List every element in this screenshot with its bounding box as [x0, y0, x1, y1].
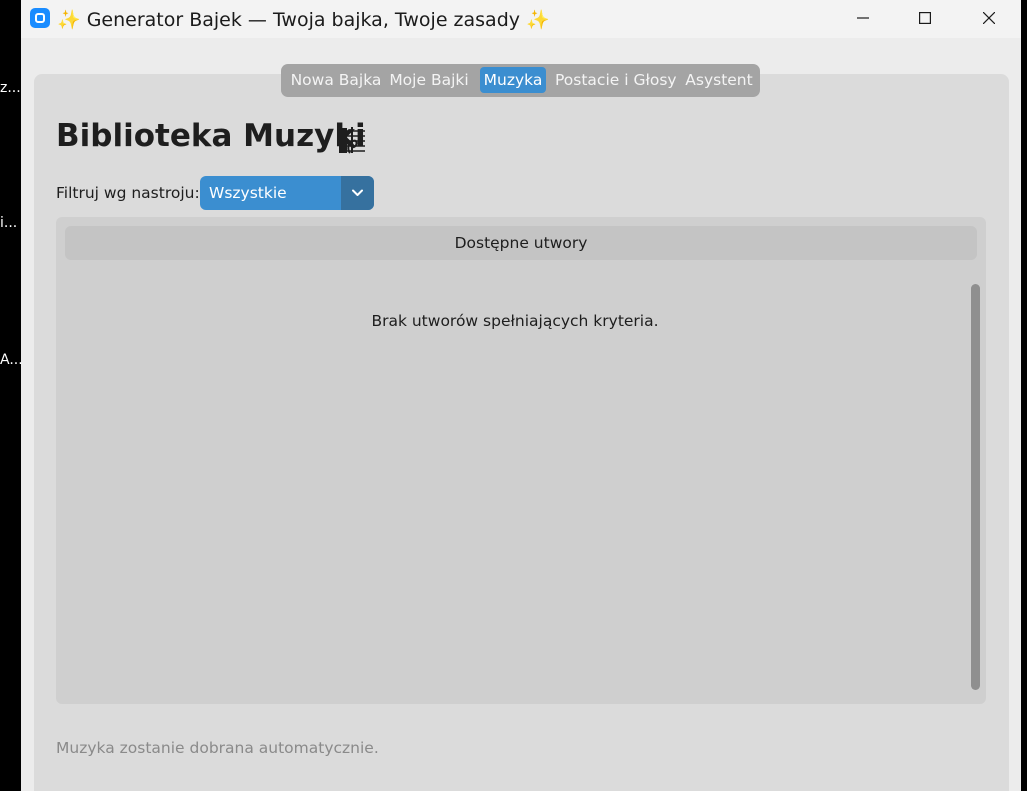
minimize-button[interactable] — [831, 0, 895, 36]
app-icon — [30, 8, 50, 28]
background-text-fragment: A... — [0, 352, 23, 368]
title-bar[interactable]: ✨ Generator Bajek — Twoja bajka, Twoje z… — [21, 0, 1021, 38]
tab-postacie-i-glosy[interactable]: Postacie i Głosy — [555, 67, 677, 93]
maximize-icon — [919, 12, 931, 24]
footer-note: Muzyka zostanie dobrana automatycznie. — [56, 739, 379, 757]
tracks-list-frame: Dostępne utwory Brak utworów spełniający… — [56, 217, 986, 704]
tracks-list-header: Dostępne utwory — [65, 226, 977, 260]
maximize-button[interactable] — [893, 0, 957, 36]
background-text-fragment: i... — [0, 215, 18, 231]
tab-moje-bajki[interactable]: Moje Bajki — [387, 67, 471, 93]
tab-bar: Nowa Bajka Moje Bajki Muzyka Postacie i … — [281, 64, 760, 97]
window-title: ✨ Generator Bajek — Twoja bajka, Twoje z… — [57, 9, 550, 31]
filter-label: Filtruj wg nastroju: — [56, 184, 200, 202]
background-text-fragment: z... — [0, 80, 21, 96]
minimize-icon — [857, 17, 869, 19]
tab-muzyka[interactable]: Muzyka — [480, 67, 546, 93]
tab-asystent[interactable]: Asystent — [684, 67, 754, 93]
app-window: ✨ Generator Bajek — Twoja bajka, Twoje z… — [21, 0, 1021, 791]
page-title: Biblioteka Muzyki — [56, 118, 366, 154]
close-icon — [983, 12, 995, 24]
tracks-scrollbar[interactable] — [971, 284, 980, 690]
dropdown-selected-value: Wszystkie — [209, 184, 287, 202]
mood-filter-dropdown[interactable]: Wszystkie — [200, 176, 374, 210]
chevron-down-icon — [352, 189, 363, 196]
empty-state-message: Brak utworów spełniających kryteria. — [371, 312, 659, 330]
music-score-icon — [339, 127, 365, 154]
close-button[interactable] — [957, 0, 1021, 36]
dropdown-toggle-button[interactable] — [341, 176, 374, 210]
tab-nowa-bajka[interactable]: Nowa Bajka — [286, 67, 386, 93]
